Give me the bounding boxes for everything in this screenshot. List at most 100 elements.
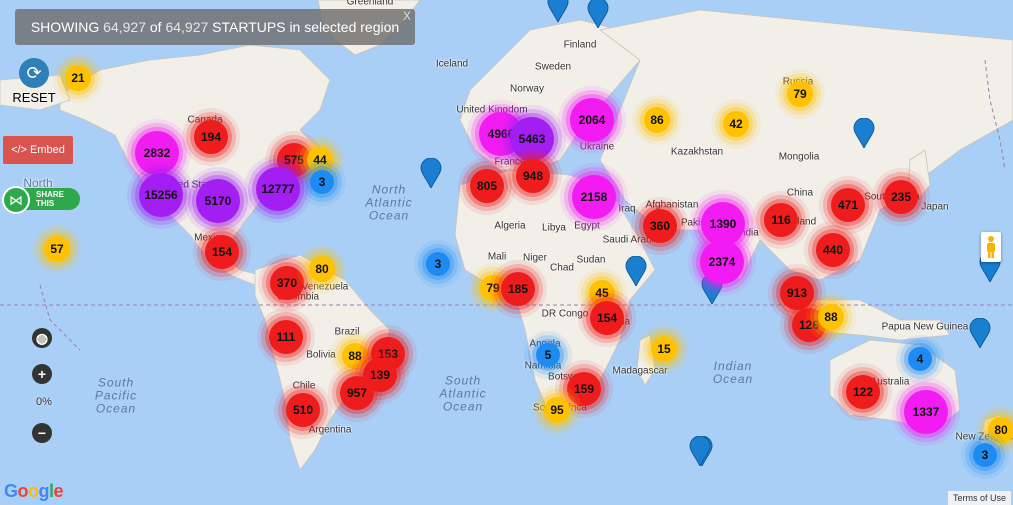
cluster-marker[interactable]: 440 [816,233,850,267]
place-label-iraq: Iraq [618,203,636,215]
cluster-marker[interactable]: 510 [286,393,320,427]
cluster-marker[interactable]: 154 [205,235,239,269]
map-pin-icon[interactable] [689,436,711,466]
place-label-argentina: Argentina [308,424,352,436]
land-layer [0,0,1013,471]
place-label-china: China [786,187,814,199]
reset-label: RESET [12,90,56,105]
terms-of-use-link[interactable]: Terms of Use [947,491,1011,505]
share-icon: ⋈ [2,186,30,214]
place-label-japan: Japan [921,201,949,213]
cluster-marker[interactable]: 471 [831,188,865,222]
cluster-marker[interactable]: 57 [44,236,70,262]
place-label-greenland: Greenland [346,0,394,8]
map-pin-icon[interactable] [969,318,991,348]
place-label-libya: Libya [542,222,566,234]
cluster-marker[interactable]: 194 [194,120,228,154]
place-label-dr-congo: DR Congo [541,308,589,320]
cluster-marker[interactable]: 154 [590,301,624,335]
place-label-sudan: Sudan [576,254,606,266]
cluster-marker[interactable]: 88 [342,343,368,369]
banner-prefix: SHOWING [30,19,100,35]
zoom-in-button[interactable]: + [32,364,52,384]
cluster-marker[interactable]: 913 [780,276,814,310]
cluster-marker[interactable]: 5170 [196,179,240,223]
cluster-marker[interactable]: 185 [501,272,535,306]
cluster-marker[interactable]: 12777 [256,167,300,211]
cluster-marker[interactable]: 2064 [570,98,614,142]
place-label-sweden: Sweden [534,61,572,73]
cluster-marker[interactable]: 3 [973,443,997,467]
place-label-chad: Chad [550,262,574,274]
map-pin-icon[interactable] [625,256,647,286]
place-label-mali: Mali [487,251,507,263]
place-label-norway: Norway [510,83,544,95]
cluster-marker[interactable]: 42 [723,111,749,137]
map-pin-icon[interactable] [587,0,609,28]
place-label-iceland: Iceland [435,58,469,70]
place-label-afghanistan: Afghanistan [645,199,699,211]
banner-total-count: 64,927 [165,19,209,35]
zoom-level: 0% [36,396,52,408]
share-label-2: THIS [36,199,55,208]
cluster-marker[interactable]: 1337 [904,390,948,434]
cluster-marker[interactable]: 3 [310,170,334,194]
cluster-marker[interactable]: 4 [908,347,932,371]
place-label-madagascar: Madagascar [612,365,668,377]
place-label-brazil: Brazil [334,326,360,338]
share-label-1: SHARE [36,190,65,199]
cluster-marker[interactable]: 2832 [135,131,179,175]
cluster-marker[interactable]: 15256 [139,173,183,217]
cluster-marker[interactable]: 360 [643,209,677,243]
cluster-marker[interactable]: 95 [544,397,570,423]
cluster-marker[interactable]: 235 [884,180,918,214]
cluster-marker[interactable]: 122 [846,375,880,409]
cluster-marker[interactable]: 86 [644,107,670,133]
globe-icon[interactable]: ◍ [32,328,52,348]
banner-suffix: STARTUPS in selected region [212,19,400,35]
place-label-ukraine: Ukraine [579,141,615,153]
cluster-marker[interactable]: 159 [567,372,601,406]
cluster-marker[interactable]: 5 [536,343,560,367]
reset-icon: ⟳ [19,58,49,88]
map-pin-icon[interactable] [853,118,875,148]
cluster-marker[interactable]: 805 [470,169,504,203]
share-button[interactable]: SHARE THIS ⋈ [2,186,80,214]
street-view-pegman-icon[interactable] [981,232,1001,262]
world-map[interactable]: Greenland Iceland Finland Sweden Norway Unite… [0,0,1013,505]
ocean-label-indian-ocean: Indian Ocean [712,359,754,386]
cluster-marker[interactable]: 2158 [572,175,616,219]
place-label-kazakhstan: Kazakhstan [670,146,724,158]
place-label-mongolia: Mongolia [778,151,820,163]
results-banner: SHOWING 64,927 of 64,927 STARTUPS in sel… [15,9,415,45]
cluster-marker[interactable]: 370 [270,266,304,300]
ocean-label-south-atlantic-ocean: South Atlantic Ocean [439,373,487,414]
zoom-out-button[interactable]: − [32,423,52,443]
place-label-algeria: Algeria [494,220,526,232]
cluster-marker[interactable]: 80 [309,256,335,282]
cluster-marker[interactable]: 15 [651,336,677,362]
cluster-marker[interactable]: 80 [988,417,1013,443]
cluster-marker[interactable]: 5463 [510,117,554,161]
embed-button[interactable]: </> Embed [3,136,73,164]
map-pin-icon[interactable] [420,158,442,188]
cluster-marker[interactable]: 21 [65,65,91,91]
cluster-marker[interactable]: 2374 [700,240,744,284]
banner-shown-count: 64,927 [103,19,146,35]
cluster-marker[interactable]: 948 [516,159,550,193]
ocean-label-north-atlantic-ocean: North Atlantic Ocean [365,182,413,223]
place-label-egypt: Egypt [574,220,600,232]
place-label-finland: Finland [563,39,597,51]
cluster-marker[interactable]: 116 [764,203,798,237]
cluster-marker[interactable]: 3 [426,252,450,276]
cluster-marker[interactable]: 111 [269,320,303,354]
google-logo: Google [4,481,64,501]
cluster-marker[interactable]: 79 [787,81,813,107]
cluster-marker[interactable]: 957 [340,376,374,410]
place-label-chile: Chile [292,380,316,392]
place-label-bolivia: Bolivia [306,349,336,361]
close-icon[interactable]: X [403,9,411,23]
map-pin-icon[interactable] [547,0,569,22]
reset-button[interactable]: ⟳ RESET [12,58,56,105]
cluster-marker[interactable]: 88 [818,304,844,330]
